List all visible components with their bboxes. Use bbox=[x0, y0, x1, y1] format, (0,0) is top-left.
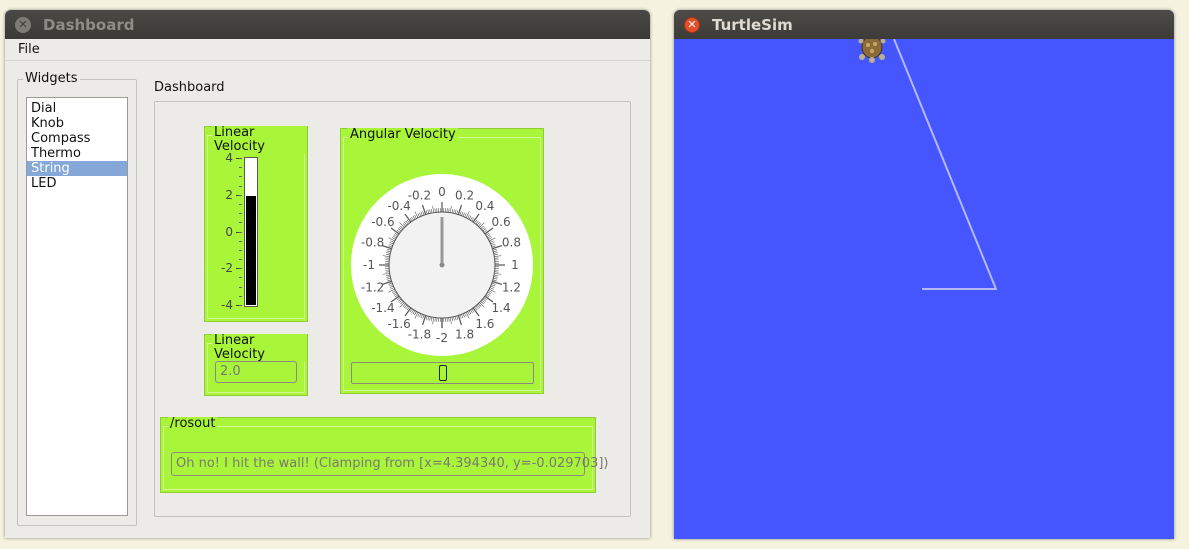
string-title: Linear Velocity bbox=[212, 334, 307, 362]
close-icon[interactable]: ✕ bbox=[684, 16, 700, 33]
widget-list-item[interactable]: Compass bbox=[27, 131, 127, 146]
angular-velocity-dial[interactable]: -2-1.8-1.6-1.4-1.2-1-0.8-0.6-0.4-0.2 0 0.2… bbox=[341, 129, 545, 359]
angular-velocity-slider[interactable] bbox=[351, 362, 534, 384]
dial-scale-label: -0.2 bbox=[408, 189, 431, 203]
thermo-minor-tick bbox=[239, 268, 242, 270]
turtle-icon bbox=[858, 35, 886, 63]
slider-handle[interactable] bbox=[438, 365, 447, 381]
linear-velocity-field[interactable]: 2.0 bbox=[215, 361, 297, 383]
thermo-minor-tick bbox=[239, 213, 242, 215]
thermo-minor-tick bbox=[239, 240, 242, 242]
window-title: TurtleSim bbox=[712, 15, 793, 34]
turtle-trail bbox=[858, 35, 998, 290]
thermo-minor-tick bbox=[239, 295, 242, 297]
rosout-title: /rosout bbox=[168, 416, 218, 431]
menubar: File bbox=[5, 39, 650, 61]
thermo-minor-tick bbox=[239, 259, 242, 261]
turtle-canvas bbox=[674, 35, 1174, 539]
dial-scale-label: 1.2 bbox=[502, 281, 521, 295]
thermo-minor-tick bbox=[239, 158, 242, 159]
window-title: Dashboard bbox=[43, 15, 135, 34]
thermo-minor-tick bbox=[239, 277, 242, 279]
dial-scale-label: 0.6 bbox=[492, 215, 511, 229]
turtlesim-window: ✕ TurtleSim bbox=[674, 10, 1174, 539]
thermo-tick-label: 0 bbox=[225, 224, 233, 239]
thermo-minor-tick bbox=[239, 203, 242, 205]
thermo-minor-tick bbox=[239, 176, 242, 178]
file-menu[interactable]: File bbox=[18, 42, 40, 57]
dial-scale-label: 0.2 bbox=[455, 189, 474, 203]
thermo-tick-label: 4 bbox=[225, 151, 233, 165]
dashboard-group-label: Dashboard bbox=[154, 80, 225, 95]
dial-scale-label: -1.4 bbox=[371, 301, 394, 315]
rosout-message-field[interactable]: Oh no! I hit the wall! (Clamping from [x… bbox=[171, 452, 609, 476]
dial-scale-label: 1 bbox=[511, 258, 519, 272]
dial-scale-label: 0.8 bbox=[502, 235, 521, 249]
linear-velocity-thermo-panel: Linear Velocity 4 2 0 -2 -4 bbox=[204, 126, 308, 322]
dial-scale-label: 1.4 bbox=[492, 301, 511, 315]
dial-scale-label: -1.6 bbox=[387, 317, 410, 331]
thermo-minor-tick bbox=[239, 167, 242, 169]
widget-list-item[interactable]: Knob bbox=[27, 116, 127, 131]
thermo-minor-tick bbox=[239, 231, 242, 233]
thermo-fill bbox=[246, 195, 256, 305]
linear-velocity-string-panel: Linear Velocity 2.0 bbox=[204, 334, 308, 396]
widgets-group-label: Widgets bbox=[23, 71, 80, 86]
dashboard-window: ✕ Dashboard File Widgets Dial Knob Compass… bbox=[5, 10, 650, 538]
widget-list[interactable]: Dial Knob Compass Thermo String LED bbox=[26, 97, 128, 516]
dashboard-titlebar[interactable]: ✕ Dashboard bbox=[5, 10, 650, 39]
dial-center bbox=[439, 262, 445, 268]
thermo-minor-tick bbox=[239, 222, 242, 224]
thermo-minor-tick bbox=[239, 286, 242, 288]
pen-path bbox=[893, 38, 998, 290]
dial-scale-label: -1 bbox=[363, 258, 375, 272]
thermo-tick-label: 2 bbox=[225, 187, 233, 202]
widget-list-item[interactable]: LED bbox=[27, 176, 127, 191]
thermo-minor-tick bbox=[239, 305, 242, 306]
thermo-minor-tick bbox=[239, 249, 242, 251]
dial-scale-label: 1.8 bbox=[455, 327, 474, 341]
thermo-tube bbox=[244, 157, 258, 307]
dial-scale-label: -0.8 bbox=[361, 235, 384, 249]
angular-velocity-panel: Angular Velocity -2 -1.8 -1.6 -1.4 -1.2 -1 -0.… bbox=[340, 128, 544, 394]
thermo-minor-tick bbox=[239, 194, 242, 196]
turtlesim-titlebar[interactable]: ✕ TurtleSim bbox=[674, 10, 1174, 39]
widget-list-item[interactable]: String bbox=[27, 161, 127, 176]
dial-scale-label: 0 bbox=[438, 185, 446, 199]
widget-list-item[interactable]: Dial bbox=[27, 101, 127, 116]
thermo-tick-label: -4 bbox=[221, 298, 233, 312]
dial-scale-label: 1.6 bbox=[475, 317, 494, 331]
thermo-minor-tick bbox=[239, 185, 242, 187]
dial-scale-label: -2 bbox=[436, 331, 448, 345]
dial-scale-label: -0.6 bbox=[371, 215, 394, 229]
rosout-panel: /rosout Oh no! I hit the wall! (Clamping… bbox=[160, 416, 609, 493]
thermo-tick-label: -2 bbox=[221, 261, 233, 276]
widget-list-item[interactable]: Thermo bbox=[27, 146, 127, 161]
dial-scale-label: -1.8 bbox=[408, 327, 431, 341]
close-icon[interactable]: ✕ bbox=[15, 16, 31, 33]
dial-scale-label: -1.2 bbox=[361, 281, 384, 295]
dial-scale-label: 0.4 bbox=[475, 199, 494, 213]
